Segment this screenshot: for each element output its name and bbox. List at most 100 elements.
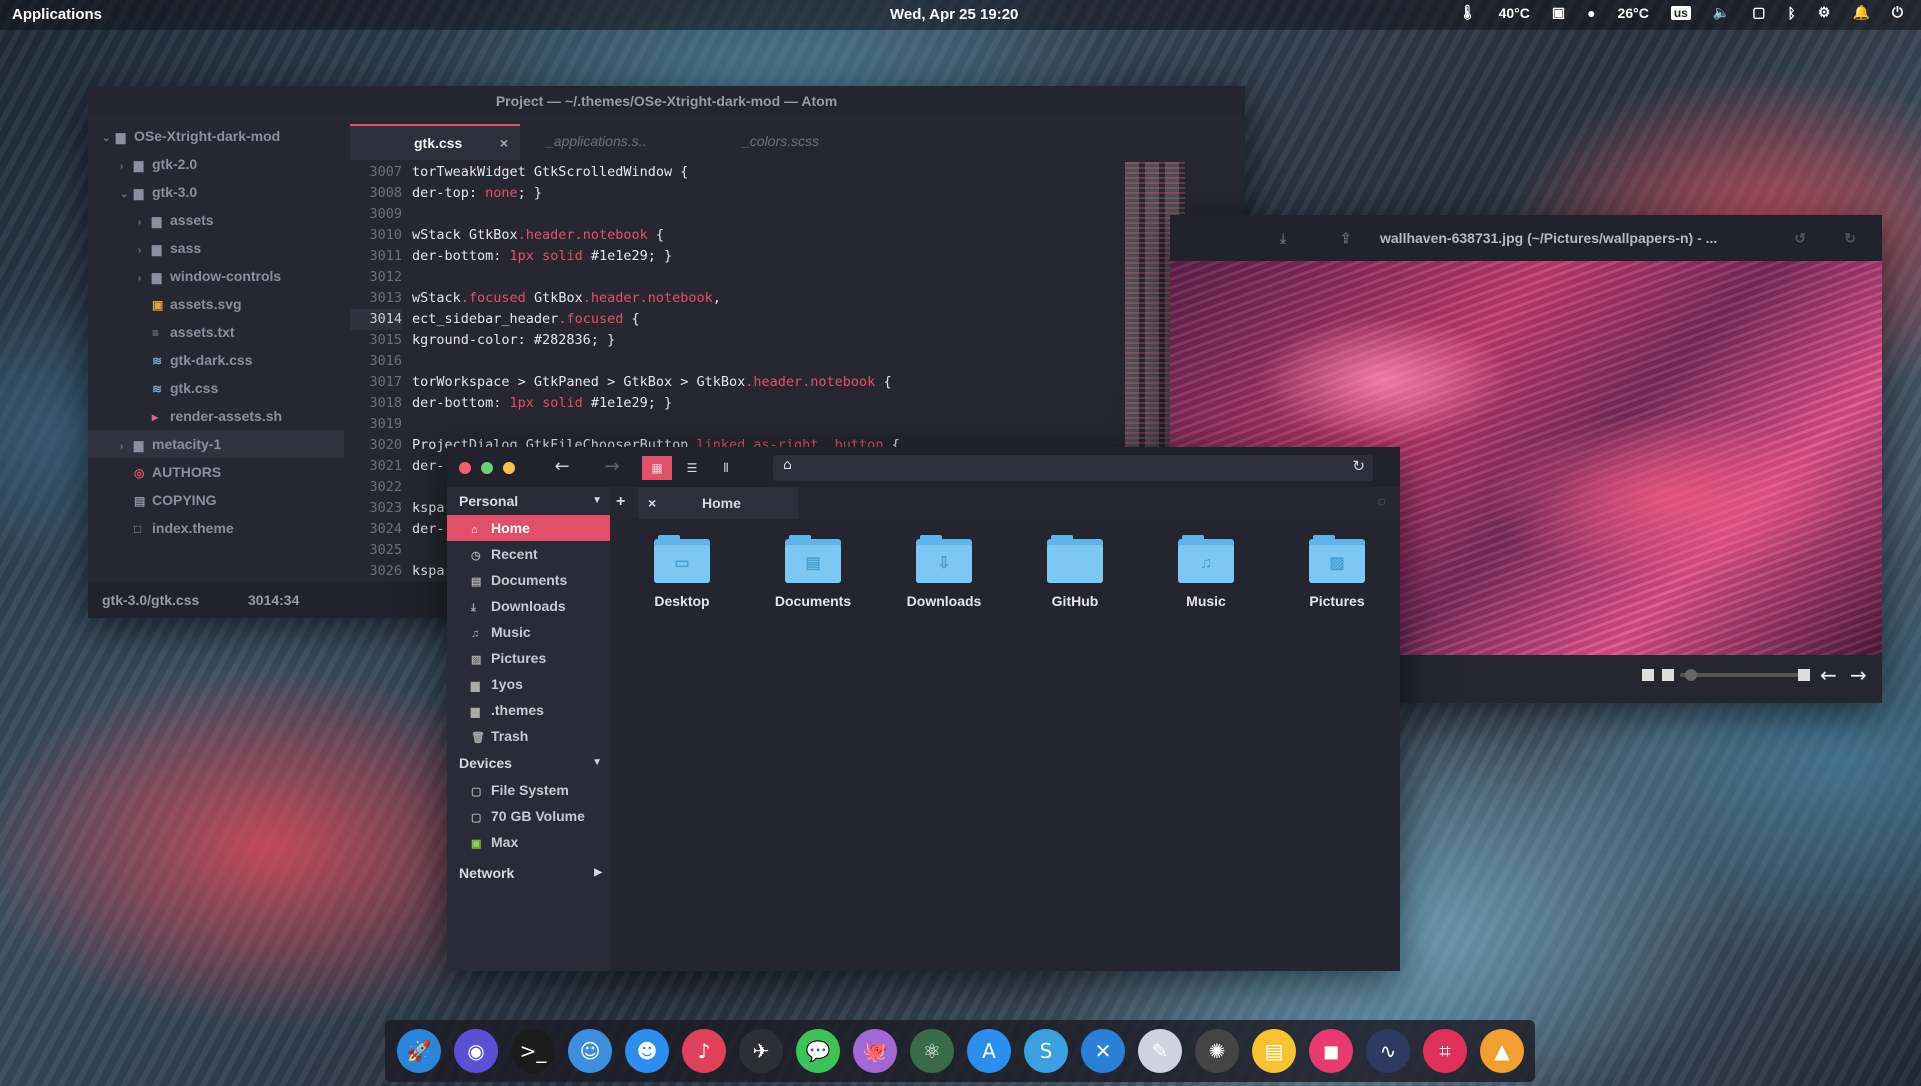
back-arrow-icon[interactable]: ←	[547, 455, 577, 479]
dock-mail-paper-plane-icon[interactable]: ✈	[739, 1029, 783, 1073]
sidebar-header-network[interactable]: Network ▶	[447, 859, 610, 887]
tree-item[interactable]: ⌄ ▆ gtk-3.0	[88, 178, 344, 206]
dock-launchpad-rocket-icon[interactable]: 🚀	[397, 1029, 441, 1073]
chevron-down-icon[interactable]: ⌄	[120, 181, 134, 209]
settings-gear-icon[interactable]: ⚙	[1818, 4, 1831, 21]
sidebar-item-downloads[interactable]: ⤓ Downloads	[447, 593, 610, 619]
dock-crop-tool-icon[interactable]: ⌗	[1423, 1029, 1467, 1073]
weather-temp[interactable]: 26°C	[1618, 5, 1649, 21]
dock-simplenote-icon[interactable]: S	[1024, 1029, 1068, 1073]
tree-item[interactable]: ⌄ ▆ OSe-Xtright-dark-mod	[88, 122, 344, 150]
sidebar-item-1yos[interactable]: ▆ 1yos	[447, 671, 610, 697]
home-icon[interactable]: ⌂	[783, 457, 792, 473]
download-icon[interactable]: ⤓	[1280, 215, 1286, 261]
dock-terminal-icon[interactable]: >_	[511, 1029, 555, 1073]
dock-activity-wave-icon[interactable]: ∿	[1366, 1029, 1410, 1073]
close-window-button[interactable]	[459, 462, 471, 474]
tree-item[interactable]: › ▆ metacity-1	[88, 430, 344, 458]
tab-home[interactable]: × Home	[638, 487, 798, 519]
chevron-right-icon[interactable]: ›	[138, 265, 152, 293]
tree-item[interactable]: ≋ gtk.css	[88, 374, 344, 402]
reload-icon[interactable]: ↻	[1352, 457, 1365, 475]
zoom-in-icon[interactable]	[1798, 669, 1810, 681]
forward-arrow-icon[interactable]: →	[597, 455, 627, 479]
path-bar[interactable]: ⌂ ↻	[773, 455, 1373, 481]
sidebar-header-personal[interactable]: Personal ▼	[447, 487, 610, 515]
status-cursor-position[interactable]: 3014:34	[248, 582, 299, 618]
list-view-icon[interactable]: ☰	[677, 456, 707, 480]
zoom-out-icon[interactable]	[1662, 669, 1674, 681]
power-icon[interactable]: ⏻	[1892, 4, 1903, 21]
maximize-window-button[interactable]	[481, 462, 493, 474]
sidebar-item-file-system[interactable]: ▢ File System	[447, 777, 610, 803]
column-view-icon[interactable]: ⫴	[711, 456, 741, 480]
dock-safari-compass-icon[interactable]: ✺	[1195, 1029, 1239, 1073]
folder-github[interactable]: GitHub	[1015, 535, 1135, 609]
dock-finder-files-icon[interactable]: ☺	[568, 1029, 612, 1073]
tree-item[interactable]: ▸ render-assets.sh	[88, 402, 344, 430]
tree-item[interactable]: ≋ gtk-dark.css	[88, 346, 344, 374]
tab-close-icon[interactable]: ×	[648, 487, 656, 519]
folder-downloads[interactable]: ⇩ Downloads	[884, 535, 1004, 609]
status-file-path[interactable]: gtk-3.0/gtk.css	[102, 582, 199, 618]
dock-github-desktop-icon[interactable]: 🐙	[853, 1029, 897, 1073]
chevron-down-icon[interactable]: ▼	[592, 487, 602, 515]
previous-arrow-icon[interactable]: ←	[1820, 663, 1837, 687]
sidebar-header-devices[interactable]: Devices ▼	[447, 749, 610, 777]
folder-documents[interactable]: ▤ Documents	[753, 535, 873, 609]
tab-colors-scss[interactable]: _colors.scss	[742, 124, 892, 158]
sidebar-item-trash[interactable]: 🗑 Trash	[447, 723, 610, 749]
sidebar-item-pictures[interactable]: ▨ Pictures	[447, 645, 610, 671]
folder-desktop[interactable]: ▭ Desktop	[622, 535, 742, 609]
chevron-right-icon[interactable]: ›	[138, 209, 152, 237]
tree-item[interactable]: ▤ COPYING	[88, 486, 344, 514]
tree-item[interactable]: ◎ AUTHORS	[88, 458, 344, 486]
chevron-right-icon[interactable]: ›	[120, 153, 134, 181]
tab-menu-icon[interactable]: ◌	[1378, 493, 1386, 509]
dock-image-viewer-icon[interactable]: ▲	[1480, 1029, 1524, 1073]
rotate-left-icon[interactable]: ↺	[1794, 215, 1806, 261]
keyboard-layout[interactable]: us	[1670, 5, 1691, 20]
tree-item[interactable]: › ▆ assets	[88, 206, 344, 234]
tree-item[interactable]: › ▆ sass	[88, 234, 344, 262]
chevron-right-icon[interactable]: ›	[120, 433, 134, 461]
next-arrow-icon[interactable]: →	[1850, 663, 1867, 687]
folder-pictures[interactable]: ▨ Pictures	[1277, 535, 1397, 609]
tree-item[interactable]: ≡ assets.txt	[88, 318, 344, 346]
dock-xcode-icon[interactable]: ✕	[1081, 1029, 1125, 1073]
rotate-right-icon[interactable]: ↻	[1844, 215, 1856, 261]
zoom-slider-thumb[interactable]	[1685, 669, 1698, 681]
dock-messages-icon[interactable]: 💬	[796, 1029, 840, 1073]
tab-applications-scss[interactable]: _applications.s..	[546, 124, 696, 158]
zoom-slider[interactable]	[1680, 669, 1800, 681]
tab-close-icon[interactable]: ×	[500, 126, 508, 160]
chevron-right-icon[interactable]: ›	[138, 237, 152, 265]
grid-view-icon[interactable]: ▦	[642, 456, 672, 480]
sidebar-item-home[interactable]: ⌂ Home	[447, 515, 610, 541]
new-tab-button[interactable]: +	[616, 493, 625, 511]
screen-icon[interactable]: ▢	[1752, 4, 1765, 21]
minimize-window-button[interactable]	[503, 462, 515, 474]
sidebar-item-themes[interactable]: ▆ .themes	[447, 697, 610, 723]
clipboard-icon[interactable]: ▣	[1552, 4, 1565, 21]
dock-itunes-music-icon[interactable]: ♪	[682, 1029, 726, 1073]
sidebar-item-music[interactable]: ♫ Music	[447, 619, 610, 645]
dock-photo-booth-icon[interactable]: ◼	[1309, 1029, 1353, 1073]
cpu-temp[interactable]: 40°C	[1499, 5, 1530, 21]
dock-text-edit-icon[interactable]: ✎	[1138, 1029, 1182, 1073]
tree-item[interactable]: □ index.theme	[88, 514, 344, 542]
tree-item[interactable]: › ▆ gtk-2.0	[88, 150, 344, 178]
tree-item[interactable]: ▣ assets.svg	[88, 290, 344, 318]
share-icon[interactable]: ⇪	[1340, 215, 1352, 261]
tab-gtk-css[interactable]: gtk.css ×	[350, 124, 520, 160]
dock-firefox-icon[interactable]: ◉	[454, 1029, 498, 1073]
fit-icon[interactable]	[1642, 669, 1654, 681]
dock-app-store-icon[interactable]: A	[967, 1029, 1011, 1073]
chevron-down-icon[interactable]: ▼	[592, 749, 602, 777]
tree-item[interactable]: › ▆ window-controls	[88, 262, 344, 290]
sidebar-item-70-gb-volume[interactable]: ▢ 70 GB Volume	[447, 803, 610, 829]
chevron-right-icon[interactable]: ▶	[594, 859, 602, 887]
chevron-down-icon[interactable]: ⌄	[102, 125, 116, 153]
clock[interactable]: Wed, Apr 25 19:20	[890, 6, 1018, 23]
sidebar-item-max[interactable]: ▣ Max	[447, 829, 610, 855]
